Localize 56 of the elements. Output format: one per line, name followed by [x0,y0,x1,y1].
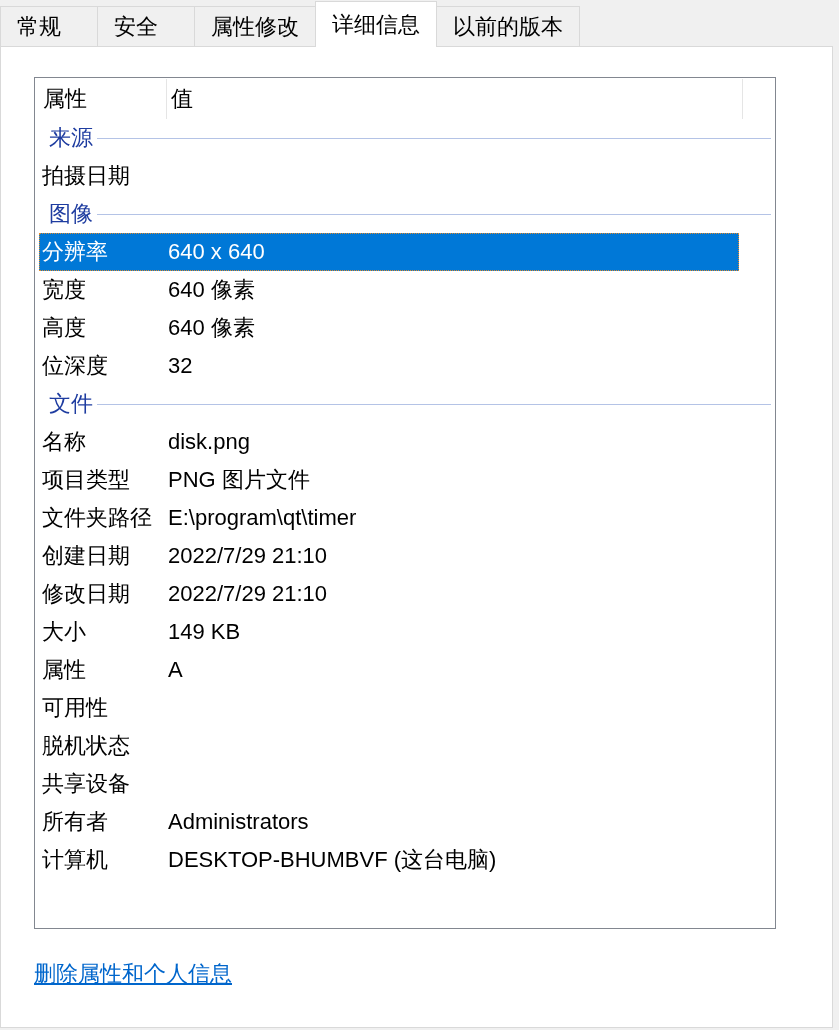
property-value: DESKTOP-BHUMBVF (这台电脑) [168,846,497,874]
property-row[interactable]: 创建日期 2022/7/29 21:10 [39,537,739,575]
tab[interactable]: 以前的版本 [436,6,580,46]
property-value: disk.png [168,429,250,455]
property-name: 可用性 [41,694,109,722]
group-header: 来源 [49,124,93,152]
remove-properties-link[interactable]: 删除属性和个人信息 [34,959,232,989]
property-row[interactable]: 宽度 640 像素 [39,271,739,309]
property-name: 项目类型 [41,466,131,494]
property-row[interactable]: 属性 A [39,651,739,689]
property-name: 拍摄日期 [41,162,131,190]
property-value: PNG 图片文件 [168,466,310,494]
column-header[interactable]: 值 [167,79,743,119]
property-name: 共享设备 [41,770,131,798]
property-row[interactable]: 所有者 Administrators [39,803,739,841]
property-row[interactable]: 修改日期 2022/7/29 21:10 [39,575,739,613]
property-value: 2022/7/29 21:10 [168,581,328,607]
tab[interactable]: 详细信息 [315,1,437,47]
property-row[interactable]: 大小 149 KB [39,613,739,651]
property-name: 所有者 [41,808,109,836]
property-row[interactable]: 分辨率 640 x 640 [39,233,739,271]
property-name: 名称 [41,428,87,456]
property-value: 2022/7/29 21:10 [168,543,328,569]
property-name: 计算机 [41,846,109,874]
property-value: 640 像素 [168,314,255,342]
column-header[interactable]: 属性 [39,79,167,119]
property-row[interactable]: 脱机状态 [39,727,739,765]
property-row[interactable]: 计算机 DESKTOP-BHUMBVF (这台电脑) [39,841,739,879]
property-value: 149 KB [168,619,241,645]
property-row[interactable]: 文件夹路径 E:\program\qt\timer [39,499,739,537]
property-row[interactable]: 名称 disk.png [39,423,739,461]
property-name: 脱机状态 [41,732,131,760]
property-name: 宽度 [41,276,87,304]
property-name: 文件夹路径 [41,504,153,532]
property-row[interactable]: 共享设备 [39,765,739,803]
property-value: Administrators [168,809,309,835]
group-header: 文件 [49,390,93,418]
property-row[interactable]: 项目类型 PNG 图片文件 [39,461,739,499]
property-row[interactable]: 拍摄日期 [39,157,739,195]
property-row[interactable]: 位深度 32 [39,347,739,385]
property-row[interactable]: 高度 640 像素 [39,309,739,347]
property-name: 位深度 [41,352,109,380]
property-name: 属性 [41,656,87,684]
property-name: 修改日期 [41,580,131,608]
property-value: A [168,657,183,683]
property-name: 高度 [41,314,87,342]
property-name: 大小 [41,618,87,646]
tab[interactable]: 常规 [0,6,98,46]
property-value: 640 像素 [168,276,255,304]
property-value: 32 [168,353,193,379]
group-header: 图像 [49,200,93,228]
property-name: 创建日期 [41,542,131,570]
property-value: 640 x 640 [168,239,265,265]
property-row[interactable]: 可用性 [39,689,739,727]
property-value: E:\program\qt\timer [168,505,357,531]
property-name: 分辨率 [41,238,109,266]
